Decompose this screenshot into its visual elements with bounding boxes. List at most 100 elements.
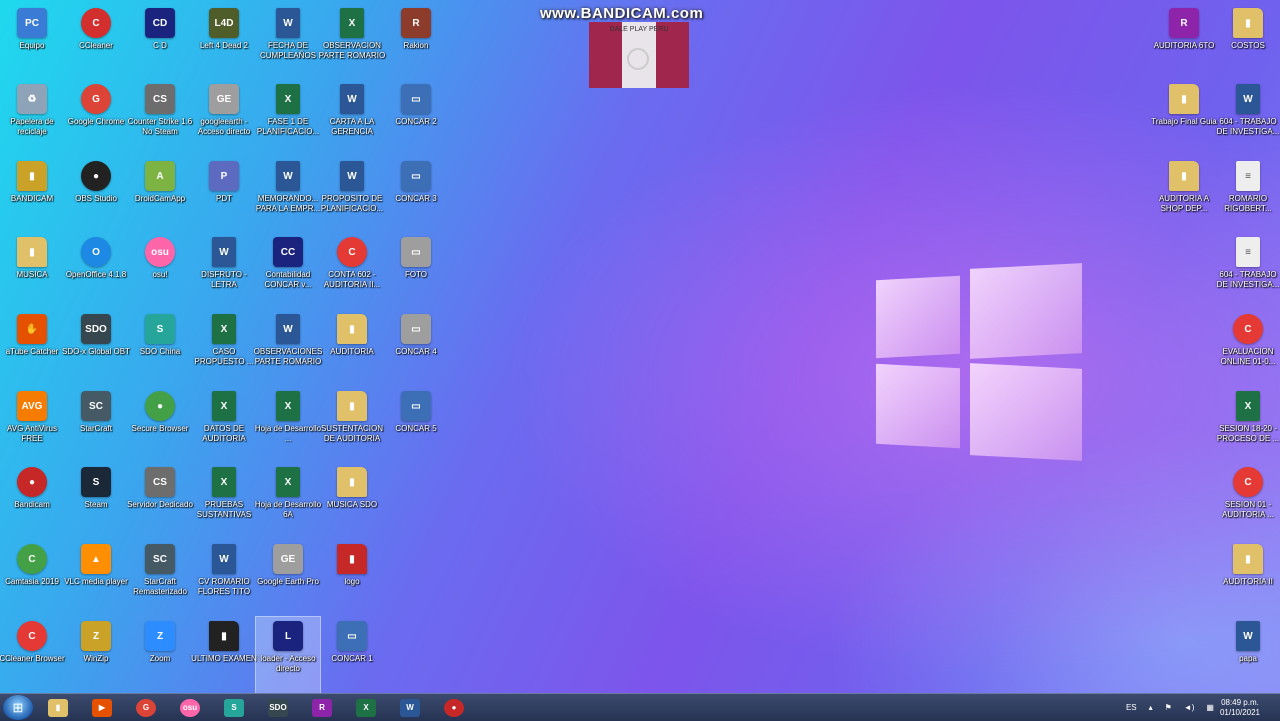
desktop-icon-evaluacion-online-01-0[interactable]: C EVALUACION ONLINE 01-0...: [1216, 310, 1280, 386]
chrome-icon: G: [136, 698, 156, 717]
desktop-icon-concar-1[interactable]: ▭ CONCAR 1: [320, 617, 384, 693]
desktop-icon-memorando-para-la-empr[interactable]: W MEMORANDO... PARA LA EMPR...: [256, 157, 320, 233]
desktop-icon-starcraft[interactable]: SC StarCraft: [64, 387, 128, 463]
desktop-icon-romario-rigobert[interactable]: ≡ ROMARIO RIGOBERT...: [1216, 157, 1280, 233]
explorer-icon: ▮: [48, 698, 68, 717]
desktop-icon-secure-browser[interactable]: ● Secure Browser: [128, 387, 192, 463]
desktop-icon-musica-sdo[interactable]: ▮ MUSICA SDO: [320, 463, 384, 539]
desktop-icon-observacion-parte-romario[interactable]: X OBSERVACION PARTE ROMARIO: [319, 4, 385, 80]
desktop-icon-auditoria[interactable]: ▮ AUDITORIA: [320, 310, 384, 386]
desktop-icon-googleearth-acceso-directo[interactable]: GE googleearth - Acceso directo: [192, 80, 256, 156]
desktop-icon-sesion-01-auditoria[interactable]: C SESION 01 - AUDITORIA ...: [1216, 463, 1280, 539]
start-button[interactable]: ⊞: [3, 695, 33, 720]
desktop-icon-osu[interactable]: osu osu!: [128, 233, 192, 309]
taskbar-app-explorer[interactable]: ▮: [39, 695, 77, 720]
desktop-icon-concar-5[interactable]: ▭ CONCAR 5: [384, 387, 448, 463]
taskbar-app-chrome[interactable]: G: [127, 695, 165, 720]
desktop-icon-google-earth-pro[interactable]: GE Google Earth Pro: [256, 540, 320, 616]
desktop-icon-google-chrome[interactable]: G Google Chrome: [64, 80, 128, 156]
desktop-icon-zoom[interactable]: Z Zoom: [128, 617, 192, 693]
desktop-icon-costos[interactable]: ▮ COSTOS: [1216, 4, 1280, 80]
desktop-icon-steam[interactable]: S Steam: [64, 463, 128, 539]
desktop-icon-droidcamapp[interactable]: A DroidCamApp: [128, 157, 192, 233]
desktop-icon-carta-a-la-gerencia[interactable]: W CARTA A LA GERENCIA: [320, 80, 384, 156]
desktop-icon-auditoria-6to[interactable]: R AUDITORIA 6TO: [1152, 4, 1216, 80]
clock[interactable]: 08:49 p.m. 01/10/2021: [1220, 698, 1260, 718]
desktop-icon-auditoria-a-shop-dep[interactable]: ▮ AUDITORIA A SHOP DEP...: [1152, 157, 1216, 233]
desktop-icon-equipo[interactable]: PC Equipo: [0, 4, 64, 80]
desktop-icon-servidor-dedicado[interactable]: CS Servidor Dedicado: [127, 463, 193, 539]
desktop-icon-disfruto-letra[interactable]: W DISFRUTO - LETRA: [192, 233, 256, 309]
desktop-icon-proposito-de-planificacio[interactable]: W PROPOSITO DE PLANIFICACIO...: [320, 157, 384, 233]
desktop-icon-musica[interactable]: ▮ MUSICA: [0, 233, 64, 309]
desktop-icon-label: CV ROMARIO FLORES TITO: [197, 577, 251, 596]
desktop-icon-observaciones-parte-romario[interactable]: W OBSERVACIONES PARTE ROMARIO: [254, 310, 322, 386]
desktop-icon-papelera-de-reciclaje[interactable]: ♻ Papelera de reciclaje: [0, 80, 64, 156]
desktop-icon-604-trabajo-de-investiga[interactable]: ≡ 604 - TRABAJO DE INVESTIGA...: [1216, 233, 1280, 309]
desktop-icon-604-trabajo-de-investiga[interactable]: W 604 - TRABAJO DE INVESTIGA...: [1216, 80, 1280, 156]
desktop-icon-concar-3[interactable]: ▭ CONCAR 3: [384, 157, 448, 233]
desktop-icon-concar-2[interactable]: ▭ CONCAR 2: [384, 80, 448, 156]
desktop-icon-label: Bandicam: [14, 500, 50, 509]
desktop-icon-obs-studio[interactable]: ● OBS Studio: [64, 157, 128, 233]
desktop-icon-rakion[interactable]: R Rakion: [384, 4, 448, 80]
desktop-icon-hoja-de-desarrollo-6a[interactable]: X Hoja de Desarrollo 6A: [255, 463, 321, 539]
taskbar-app-sdo[interactable]: S: [215, 695, 253, 720]
desktop-icon-datos-de-auditoria[interactable]: X DATOS DE AUDITORIA: [192, 387, 256, 463]
desktop-icon-concar-4[interactable]: ▭ CONCAR 4: [384, 310, 448, 386]
desktop-icon-logo[interactable]: ▮ logo: [320, 540, 384, 616]
desktop-icon-sdo-x-global-obt[interactable]: SDO SDO-x Global OBT: [62, 310, 130, 386]
desktop-icon-openoffice-4-1-8[interactable]: O OpenOffice 4.1.8: [64, 233, 128, 309]
volume-icon[interactable]: ◄): [1184, 703, 1195, 712]
desktop-icon-foto[interactable]: ▭ FOTO: [384, 233, 448, 309]
desktop-icon-fase-1-de-planificacio[interactable]: X FASE 1 DE PLANIFICACIO...: [256, 80, 320, 156]
desktop-icon-bandicam[interactable]: ● Bandicam: [0, 463, 64, 539]
desktop-icon-pdt[interactable]: P PDT: [192, 157, 256, 233]
desktop-icon-counter-strike-1-6-no-steam[interactable]: CS Counter Strike 1.6 No Steam: [128, 80, 192, 156]
desktop-icon-ccleaner-browser[interactable]: C CCleaner Browser: [0, 617, 65, 693]
taskbar-app-media[interactable]: ▶: [83, 695, 121, 720]
desktop-icon-fecha-de-cumplea-os[interactable]: W FECHA DE CUMPLEAÑOS: [256, 4, 320, 80]
desktop-icon-auditoria-ii[interactable]: ▮ AUDITORIA II: [1216, 540, 1280, 616]
desktop-icon-starcraft-remasterizado[interactable]: SC StarCraft Remasterizado: [128, 540, 192, 616]
language-indicator[interactable]: ES: [1126, 703, 1137, 712]
desktop-icon-label: EVALUACION ONLINE 01-0...: [1220, 347, 1276, 366]
taskbar-app-osu[interactable]: osu: [171, 695, 209, 720]
desktop-icon-trabajo-final-guia[interactable]: ▮ Trabajo Final Guia: [1151, 80, 1217, 156]
desktop-icon-papa[interactable]: Wpapa: [1216, 617, 1280, 693]
taskbar-app-sdox[interactable]: SDO: [259, 695, 297, 720]
desktop-icon-bandicam[interactable]: ▮ BANDICAM: [0, 157, 64, 233]
taskbar-app-excel[interactable]: X: [347, 695, 385, 720]
flag-icon[interactable]: ⚑: [1165, 703, 1172, 712]
desktop-icon-contabilidad-concar-v[interactable]: CC Contabilidad CONCAR v...: [256, 233, 320, 309]
desktop-icon-label: FASE 1 DE PLANIFICACIO...: [256, 117, 320, 136]
desktop-icon-sdo-china[interactable]: S SDO China: [128, 310, 192, 386]
desktop-icon-ultimo-examen[interactable]: ▮ ULTIMO EXAMEN: [191, 617, 257, 693]
desktop-icon-label: OpenOffice 4.1.8: [65, 270, 127, 279]
taskbar-app-winrar[interactable]: R: [303, 695, 341, 720]
desktop-icon-sustentacion-de-auditoria[interactable]: ▮ SUSTENTACION DE AUDITORIA: [320, 387, 384, 463]
desktop-icon-caso-propuesto[interactable]: X CASO PROPUESTO ...: [192, 310, 256, 386]
desktop-icon-label: StarCraft: [79, 424, 112, 433]
desktop-icon-sesion-18-20-proceso-de[interactable]: X SESION 18-20 - PROCESO DE ...: [1216, 387, 1280, 463]
desktop-icon-avg-antivirus-free[interactable]: AVG AVG AntiVirus FREE: [0, 387, 64, 463]
desktop-icon-vlc-media-player[interactable]: ▲ VLC media player: [64, 540, 128, 616]
desktop-icon-winzip[interactable]: Z WinZip: [64, 617, 128, 693]
desktop-icon-cv-romario-flores-tito[interactable]: W CV ROMARIO FLORES TITO: [192, 540, 256, 616]
desktop-icon-label: DATOS DE AUDITORIA: [202, 424, 246, 443]
desktop-icon-ccleaner[interactable]: C CCleaner: [64, 4, 128, 80]
desktop-icon-atube-catcher[interactable]: ✋ aTube Catcher: [0, 310, 64, 386]
chevron-up-icon[interactable]: ▴: [1149, 703, 1153, 712]
network-icon[interactable]: ▦: [1206, 703, 1214, 712]
overlay-title: DALE PLAY PERU: [609, 26, 669, 33]
desktop-icon-hoja-de-desarrollo[interactable]: X Hoja de Desarrollo ...: [255, 387, 321, 463]
taskbar-app-bandicam[interactable]: ●: [435, 695, 473, 720]
desktop-icon-loader-acceso-directo[interactable]: Lloader - Acceso directo: [255, 616, 321, 694]
auditoria-ii-icon: ▮: [1233, 544, 1263, 574]
desktop-icon-left-4-dead-2[interactable]: L4D Left 4 Dead 2: [192, 4, 256, 80]
desktop-icon-camtasia-2019[interactable]: C Camtasia 2019: [0, 540, 64, 616]
desktop-icon-c-d[interactable]: CD C D: [128, 4, 192, 80]
desktop-icon-pruebas-sustantivas[interactable]: X PRUEBAS SUSTANTIVAS: [192, 463, 256, 539]
desktop-icon-conta-602-auditoria-ii[interactable]: C CONTA 602 - AUDITORIA II...: [320, 233, 384, 309]
taskbar-app-word[interactable]: W: [391, 695, 429, 720]
